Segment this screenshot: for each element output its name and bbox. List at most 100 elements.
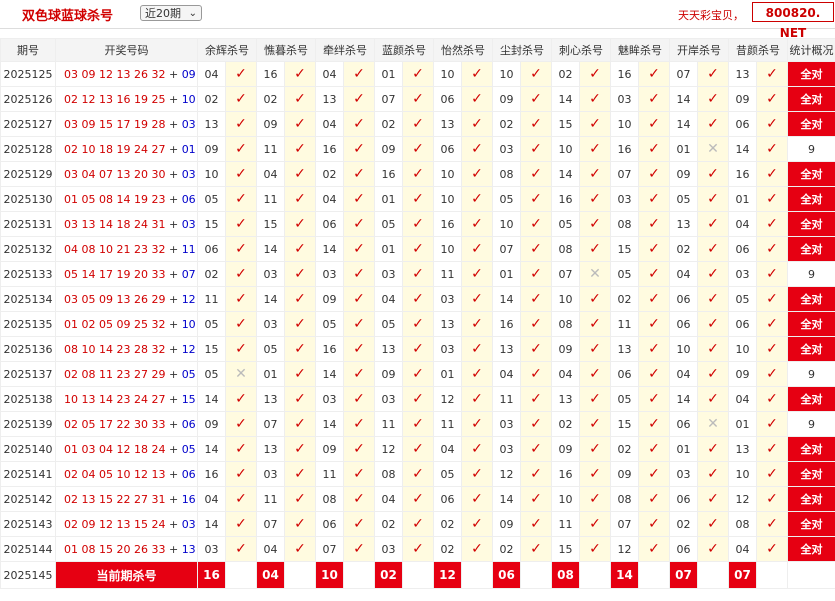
check-icon: ✓ bbox=[284, 286, 316, 312]
check-icon: ✓ bbox=[402, 86, 434, 112]
kill-number-cell: 11 bbox=[315, 461, 344, 487]
current-kill-number: 10 bbox=[315, 561, 344, 589]
check-icon: ✓ bbox=[402, 486, 434, 512]
kill-number-cell: 04 bbox=[197, 61, 226, 87]
kill-number-cell: 04 bbox=[669, 361, 698, 387]
kill-number-cell: 04 bbox=[315, 111, 344, 137]
red-balls: 01 08 15 20 26 33 bbox=[64, 542, 166, 556]
blue-ball: 05 bbox=[181, 442, 196, 456]
kill-number-cell: 13 bbox=[728, 61, 757, 87]
red-balls: 01 05 08 14 19 23 bbox=[64, 192, 166, 206]
current-period-cell: 2025145 bbox=[0, 561, 56, 589]
period-cell: 2025135 bbox=[0, 311, 56, 337]
kill-number-cell: 03 bbox=[315, 261, 344, 287]
kill-number-cell: 02 bbox=[374, 511, 403, 537]
summary-cell: 全对 bbox=[787, 336, 835, 362]
check-icon: ✓ bbox=[225, 161, 257, 187]
cross-icon: ✕ bbox=[225, 361, 257, 387]
kill-number-cell: 09 bbox=[551, 436, 580, 462]
current-kill-number: 08 bbox=[551, 561, 580, 589]
kill-number-cell: 08 bbox=[374, 461, 403, 487]
empty-cell bbox=[697, 561, 729, 589]
red-balls: 02 09 12 13 15 24 bbox=[64, 517, 166, 531]
column-header: 蓝颜杀号 bbox=[374, 38, 434, 62]
kill-number-cell: 09 bbox=[669, 161, 698, 187]
plus-sign: + bbox=[165, 367, 182, 381]
check-icon: ✓ bbox=[520, 336, 552, 362]
check-icon: ✓ bbox=[461, 136, 493, 162]
summary-cell: 全对 bbox=[787, 86, 835, 112]
kill-number-cell: 09 bbox=[492, 511, 521, 537]
check-icon: ✓ bbox=[756, 511, 788, 537]
kill-number-cell: 13 bbox=[433, 111, 462, 137]
summary-cell: 全对 bbox=[787, 111, 835, 137]
blue-ball: 06 bbox=[181, 417, 196, 431]
cross-icon: ✕ bbox=[697, 411, 729, 437]
plus-sign: + bbox=[165, 267, 182, 281]
kill-number-cell: 16 bbox=[315, 136, 344, 162]
kill-number-cell: 13 bbox=[492, 336, 521, 362]
check-icon: ✓ bbox=[402, 211, 434, 237]
check-icon: ✓ bbox=[579, 486, 611, 512]
kill-number-cell: 10 bbox=[728, 461, 757, 487]
check-icon: ✓ bbox=[520, 61, 552, 87]
table-row: 2025141 02 04 05 10 12 13 + 06 16 ✓ 03 ✓ 11 ✓ 08… bbox=[0, 461, 835, 487]
check-icon: ✓ bbox=[343, 286, 375, 312]
kill-number-cell: 04 bbox=[315, 186, 344, 212]
kill-number-cell: 02 bbox=[374, 111, 403, 137]
summary-cell: 9 bbox=[787, 361, 835, 387]
check-icon: ✓ bbox=[520, 361, 552, 387]
kill-number-cell: 07 bbox=[374, 86, 403, 112]
check-icon: ✓ bbox=[284, 361, 316, 387]
kill-number-cell: 11 bbox=[256, 486, 285, 512]
site-badge[interactable]: 800820. NET bbox=[752, 2, 834, 40]
column-header: 开岸杀号 bbox=[669, 38, 729, 62]
plus-sign: + bbox=[165, 517, 182, 531]
kill-number-cell: 06 bbox=[610, 361, 639, 387]
summary-cell: 全对 bbox=[787, 211, 835, 237]
column-header: 怡然杀号 bbox=[433, 38, 493, 62]
column-header: 开奖号码 bbox=[55, 38, 198, 62]
check-icon: ✓ bbox=[343, 461, 375, 487]
range-select[interactable]: 近20期 ⌄ bbox=[140, 5, 202, 21]
kill-number-cell: 06 bbox=[669, 486, 698, 512]
check-icon: ✓ bbox=[756, 486, 788, 512]
blue-ball: 07 bbox=[181, 267, 196, 281]
check-icon: ✓ bbox=[225, 111, 257, 137]
draw-numbers-cell: 02 08 11 23 27 29 + 05 bbox=[55, 361, 198, 387]
kill-number-cell: 08 bbox=[610, 211, 639, 237]
check-icon: ✓ bbox=[756, 186, 788, 212]
column-header: 昔颜杀号 bbox=[728, 38, 788, 62]
kill-number-cell: 01 bbox=[728, 411, 757, 437]
kill-number-cell: 10 bbox=[551, 486, 580, 512]
kill-number-cell: 03 bbox=[315, 386, 344, 412]
draw-numbers-cell: 04 08 10 21 23 32 + 11 bbox=[55, 236, 198, 262]
table-row: 2025138 10 13 14 23 24 27 + 15 14 ✓ 13 ✓ 03 ✓ 03… bbox=[0, 386, 835, 412]
current-kill-number: 07 bbox=[728, 561, 757, 589]
check-icon: ✓ bbox=[461, 386, 493, 412]
red-balls: 05 14 17 19 20 33 bbox=[64, 267, 166, 281]
kill-number-cell: 14 bbox=[669, 111, 698, 137]
chevron-down-icon: ⌄ bbox=[188, 8, 197, 19]
current-summary-cell bbox=[787, 561, 835, 589]
kill-number-cell: 09 bbox=[551, 336, 580, 362]
period-cell: 2025143 bbox=[0, 511, 56, 537]
check-icon: ✓ bbox=[343, 161, 375, 187]
kill-number-cell: 11 bbox=[433, 261, 462, 287]
check-icon: ✓ bbox=[520, 161, 552, 187]
kill-number-cell: 05 bbox=[728, 286, 757, 312]
check-icon: ✓ bbox=[284, 411, 316, 437]
check-icon: ✓ bbox=[579, 186, 611, 212]
table-row: 2025135 01 02 05 09 25 32 + 10 05 ✓ 03 ✓ 05 ✓ 05… bbox=[0, 311, 835, 337]
check-icon: ✓ bbox=[225, 136, 257, 162]
check-icon: ✓ bbox=[284, 436, 316, 462]
kill-number-cell: 01 bbox=[492, 261, 521, 287]
check-icon: ✓ bbox=[461, 186, 493, 212]
draw-numbers-cell: 10 13 14 23 24 27 + 15 bbox=[55, 386, 198, 412]
kill-number-cell: 02 bbox=[492, 111, 521, 137]
plus-sign: + bbox=[165, 67, 182, 81]
summary-cell: 全对 bbox=[787, 461, 835, 487]
check-icon: ✓ bbox=[402, 136, 434, 162]
check-icon: ✓ bbox=[638, 286, 670, 312]
kill-number-cell: 01 bbox=[728, 186, 757, 212]
